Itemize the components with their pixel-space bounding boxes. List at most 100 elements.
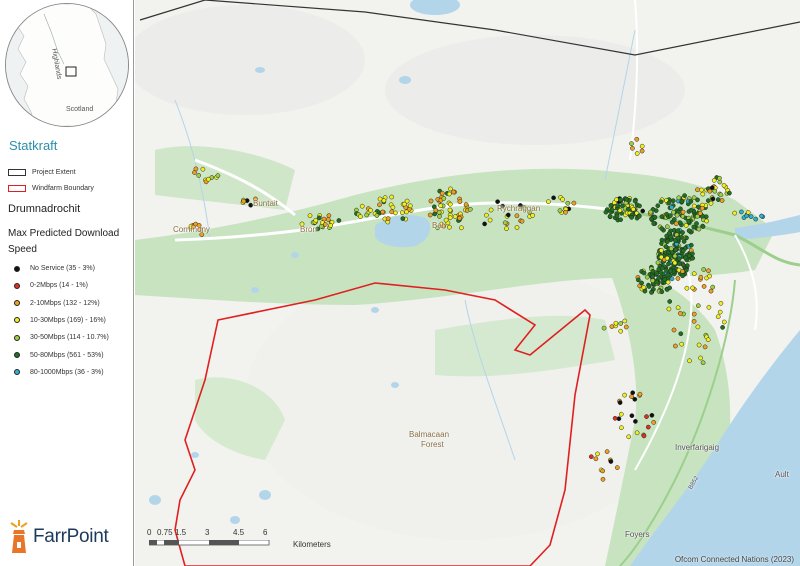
basemap xyxy=(135,0,800,566)
premise-point xyxy=(663,244,669,250)
premise-point xyxy=(658,254,664,260)
premise-point xyxy=(635,277,641,283)
premise-point xyxy=(687,358,692,364)
premise-point xyxy=(404,209,409,215)
premise-point xyxy=(639,280,644,286)
speed-legend-item: 50-80Mbps (561 - 53%) xyxy=(14,352,104,359)
premise-point xyxy=(637,391,643,397)
speed-label: No Service (35 - 3%) xyxy=(30,265,95,272)
premise-point xyxy=(399,210,405,216)
premise-point xyxy=(193,166,199,172)
legend-project-extent: Project Extent xyxy=(8,169,76,176)
premise-point xyxy=(672,260,678,266)
premise-point xyxy=(505,212,511,218)
speed-legend-item: 80-1000Mbps (36 - 3%) xyxy=(14,369,104,376)
map-canvas[interactable]: Corrimony Buntait Bron Bal Rychraggan Ba… xyxy=(135,0,800,566)
speed-legend-item: No Service (35 - 3%) xyxy=(14,265,95,272)
premise-point xyxy=(439,190,445,196)
premise-point xyxy=(560,197,565,202)
premise-point xyxy=(679,198,685,204)
premise-point xyxy=(629,413,635,419)
premise-point xyxy=(645,424,651,430)
premise-point xyxy=(390,204,396,210)
premise-point xyxy=(666,306,672,312)
premise-point xyxy=(688,207,694,213)
place-label-bal: Bal xyxy=(432,221,444,230)
premise-point xyxy=(700,191,706,197)
premise-point xyxy=(441,196,447,201)
premise-point xyxy=(437,214,442,219)
premise-point xyxy=(629,215,634,220)
premise-point xyxy=(374,213,380,218)
premise-point xyxy=(673,343,678,349)
premise-point xyxy=(710,284,716,290)
place-label-corrimony: Corrimony xyxy=(173,225,210,234)
premise-point xyxy=(674,212,680,218)
premise-point xyxy=(358,214,363,219)
premise-point xyxy=(615,203,621,209)
premise-point xyxy=(650,278,656,283)
premise-point xyxy=(614,197,619,202)
premise-point xyxy=(393,210,398,216)
premise-point xyxy=(644,274,650,280)
premise-point xyxy=(696,204,701,210)
speed-label: 2-10Mbps (132 - 12%) xyxy=(30,299,100,307)
premise-point xyxy=(646,284,652,289)
logo-wordmark: FarrPoint xyxy=(33,526,109,547)
premise-point xyxy=(651,420,657,425)
speed-label: 80-1000Mbps (36 - 3%) xyxy=(30,368,104,376)
premise-point xyxy=(608,203,614,208)
premise-point xyxy=(385,216,391,221)
premise-point xyxy=(688,199,694,204)
premise-point xyxy=(364,212,370,218)
lighthouse-icon xyxy=(10,520,28,553)
place-label-balmacaan: Balmacaan xyxy=(409,430,450,439)
scale-tick: 6 xyxy=(263,528,268,537)
premise-point xyxy=(381,198,387,203)
premise-point xyxy=(639,148,645,154)
premise-point xyxy=(359,203,365,209)
speed-label: 50-80Mbps (561 - 53%) xyxy=(30,351,104,359)
premise-point xyxy=(680,248,686,254)
scale-tick: 0.75 xyxy=(157,528,173,537)
premise-point xyxy=(659,214,665,219)
premise-point xyxy=(732,210,738,216)
premise-point xyxy=(683,255,689,261)
premise-point xyxy=(691,203,697,209)
premise-point xyxy=(708,200,714,206)
premise-point xyxy=(695,303,701,309)
premise-point xyxy=(389,194,395,200)
premise-point xyxy=(759,213,764,219)
premise-point xyxy=(658,199,664,205)
premise-point xyxy=(467,206,473,212)
premise-point xyxy=(727,190,732,196)
premise-point xyxy=(650,274,655,279)
premise-point xyxy=(601,325,607,331)
premise-point xyxy=(694,221,699,226)
premise-point xyxy=(670,198,676,204)
premise-point xyxy=(630,390,636,396)
premise-point xyxy=(668,246,674,251)
premise-point xyxy=(659,226,665,231)
premise-point xyxy=(649,290,654,295)
premise-point xyxy=(691,311,697,317)
premise-point xyxy=(447,201,453,207)
premise-point xyxy=(671,209,676,215)
premise-point xyxy=(546,199,551,205)
premise-point xyxy=(206,176,211,182)
speed-swatch xyxy=(14,352,20,358)
map-sidebar: Highlands Scotland Statkraft Project Ext… xyxy=(0,0,134,566)
premise-point xyxy=(400,216,406,221)
premise-point xyxy=(624,196,629,202)
premise-point xyxy=(718,300,724,306)
premise-point xyxy=(701,267,707,272)
speed-legend-item: 30-50Mbps (114 - 10.7%) xyxy=(14,334,109,341)
premise-point xyxy=(502,220,508,226)
premise-point xyxy=(404,198,410,204)
place-label-ault: Ault xyxy=(775,470,789,479)
premise-point xyxy=(745,210,751,215)
premise-point xyxy=(215,173,221,178)
premise-point xyxy=(514,225,520,230)
premise-point xyxy=(681,239,687,244)
premise-point xyxy=(654,271,660,276)
